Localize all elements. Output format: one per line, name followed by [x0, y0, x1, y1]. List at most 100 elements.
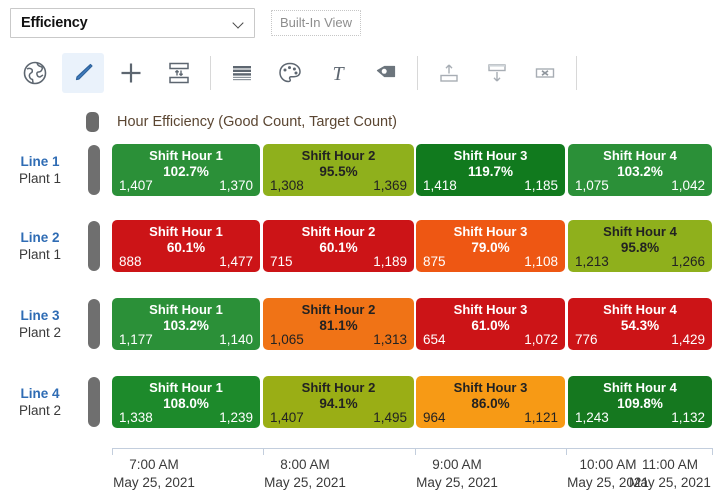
cell-target-count: 1,239 [219, 410, 253, 425]
row-label: Line 2 Plant 1 [0, 230, 80, 262]
heatmap-cell[interactable]: Shift Hour 3 79.0% 875 1,108 [416, 220, 565, 272]
heatmap-cell[interactable]: Shift Hour 4 103.2% 1,075 1,042 [568, 144, 712, 196]
import-icon-button[interactable] [476, 53, 518, 93]
legend-label: Hour Efficiency (Good Count, Target Coun… [117, 114, 397, 130]
row-handle[interactable] [88, 145, 100, 195]
efficiency-heatmap: Line 1 Plant 1 Shift Hour 1 102.7% 1,407 1,37… [0, 140, 720, 452]
heatmap-cell[interactable]: Shift Hour 4 109.8% 1,243 1,132 [568, 376, 712, 428]
row-handle[interactable] [88, 221, 100, 271]
cell-target-count: 1,042 [671, 178, 705, 193]
delete-view-icon-button[interactable] [524, 53, 566, 93]
cell-good-count: 715 [270, 254, 293, 269]
cell-title: Shift Hour 3 [453, 148, 528, 163]
cell-good-count: 776 [575, 332, 598, 347]
cell-title: Shift Hour 1 [149, 224, 223, 239]
axis-tick-label: 7:00 AM May 25, 2021 [84, 456, 224, 492]
axis-tick-date: May 25, 2021 [113, 475, 195, 490]
toolbar: T [0, 46, 720, 100]
plus-icon [118, 60, 144, 86]
row-plant-label: Plant 1 [18, 171, 62, 186]
cell-title: Shift Hour 4 [603, 148, 677, 163]
row-plant-label: Plant 2 [18, 403, 62, 418]
cell-target-count: 1,189 [373, 254, 407, 269]
legend-swatch [86, 112, 99, 132]
axis-line [112, 448, 713, 449]
cell-percent: 95.8% [620, 240, 660, 255]
pencil-icon-button[interactable] [62, 53, 104, 93]
cell-percent: 60.1% [166, 240, 206, 255]
heatmap-cell[interactable]: Shift Hour 2 94.1% 1,407 1,495 [263, 376, 414, 428]
cell-percent: 81.1% [319, 318, 358, 333]
axis-tick-time: 9:00 AM [432, 457, 482, 472]
add-icon-button[interactable] [110, 53, 152, 93]
heatmap-cell[interactable]: Shift Hour 2 60.1% 715 1,189 [263, 220, 414, 272]
axis-tick [712, 448, 713, 455]
row-line-link[interactable]: Line 1 [0, 154, 80, 169]
axis-tick-time: 7:00 AM [129, 457, 179, 472]
heatmap-cell[interactable]: Shift Hour 3 61.0% 654 1,072 [416, 298, 565, 350]
cell-percent: 60.1% [319, 240, 358, 255]
delete-view-icon [532, 60, 558, 86]
row-handle[interactable] [88, 299, 100, 349]
fit-rows-icon [166, 60, 192, 86]
cell-percent: 108.0% [163, 396, 209, 411]
axis-tick-date: May 25, 2021 [629, 475, 711, 490]
view-select[interactable]: Efficiency [10, 8, 255, 38]
cell-title: Shift Hour 2 [301, 302, 376, 317]
fit-rows-icon-button[interactable] [158, 53, 200, 93]
cell-good-count: 1,418 [423, 178, 457, 193]
row-plant-label: Plant 2 [18, 325, 62, 340]
export-icon-button[interactable] [428, 53, 470, 93]
heatmap-cell[interactable]: Shift Hour 3 119.7% 1,418 1,185 [416, 144, 565, 196]
cell-good-count: 1,177 [119, 332, 153, 347]
row-handle[interactable] [88, 377, 100, 427]
cell-percent: 79.0% [471, 240, 510, 255]
import-down-icon [484, 60, 510, 86]
cell-target-count: 1,313 [373, 332, 407, 347]
heatmap-cell[interactable]: Shift Hour 1 60.1% 888 1,477 [112, 220, 260, 272]
row-line-link[interactable]: Line 3 [0, 308, 80, 323]
text-icon-button[interactable]: T [317, 53, 359, 93]
cell-good-count: 1,407 [270, 410, 304, 425]
cell-good-count: 1,338 [119, 410, 153, 425]
heatmap-cell[interactable]: Shift Hour 4 95.8% 1,213 1,266 [568, 220, 712, 272]
rows-icon-button[interactable] [221, 53, 263, 93]
cell-percent: 95.5% [319, 164, 358, 179]
heatmap-cell[interactable]: Shift Hour 1 108.0% 1,338 1,239 [112, 376, 260, 428]
cell-title: Shift Hour 2 [301, 148, 376, 163]
cell-target-count: 1,370 [219, 178, 253, 193]
globe-icon-button[interactable] [14, 53, 56, 93]
cell-target-count: 1,477 [219, 254, 253, 269]
palette-icon-button[interactable] [269, 53, 311, 93]
heatmap-cell[interactable]: Shift Hour 2 81.1% 1,065 1,313 [263, 298, 414, 350]
heatmap-row: Line 3 Plant 2 Shift Hour 1 103.2% 1,177 1,14… [0, 294, 720, 354]
cell-target-count: 1,495 [373, 410, 407, 425]
heatmap-cell[interactable]: Shift Hour 1 102.7% 1,407 1,370 [112, 144, 260, 196]
row-line-link[interactable]: Line 4 [0, 386, 80, 401]
tag-icon-button[interactable] [365, 53, 407, 93]
globe-icon [22, 60, 48, 86]
heatmap-cell[interactable]: Shift Hour 4 54.3% 776 1,429 [568, 298, 712, 350]
heatmap-cell[interactable]: Shift Hour 2 95.5% 1,308 1,369 [263, 144, 414, 196]
axis-tick [415, 448, 416, 455]
cell-percent: 109.8% [617, 396, 663, 411]
time-axis: 7:00 AM May 25, 2021 8:00 AM May 25, 2021 9:… [0, 448, 720, 500]
row-label: Line 1 Plant 1 [0, 154, 80, 186]
cell-good-count: 888 [119, 254, 142, 269]
cell-target-count: 1,429 [671, 332, 705, 347]
row-line-link[interactable]: Line 2 [0, 230, 80, 245]
toolbar-divider-3 [576, 56, 577, 90]
heatmap-cell[interactable]: Shift Hour 3 86.0% 964 1,121 [416, 376, 565, 428]
cell-target-count: 1,266 [671, 254, 705, 269]
svg-text:T: T [332, 63, 345, 85]
text-icon: T [325, 60, 351, 86]
built-in-view-button[interactable]: Built-In View [271, 10, 362, 36]
cell-target-count: 1,108 [524, 254, 558, 269]
heatmap-cell[interactable]: Shift Hour 1 103.2% 1,177 1,140 [112, 298, 260, 350]
cell-title: Shift Hour 4 [603, 224, 677, 239]
heatmap-row: Line 1 Plant 1 Shift Hour 1 102.7% 1,407 1,37… [0, 140, 720, 200]
cell-title: Shift Hour 4 [603, 302, 677, 317]
axis-tick [112, 448, 113, 455]
toolbar-divider-2 [417, 56, 418, 90]
cell-title: Shift Hour 1 [149, 380, 223, 395]
